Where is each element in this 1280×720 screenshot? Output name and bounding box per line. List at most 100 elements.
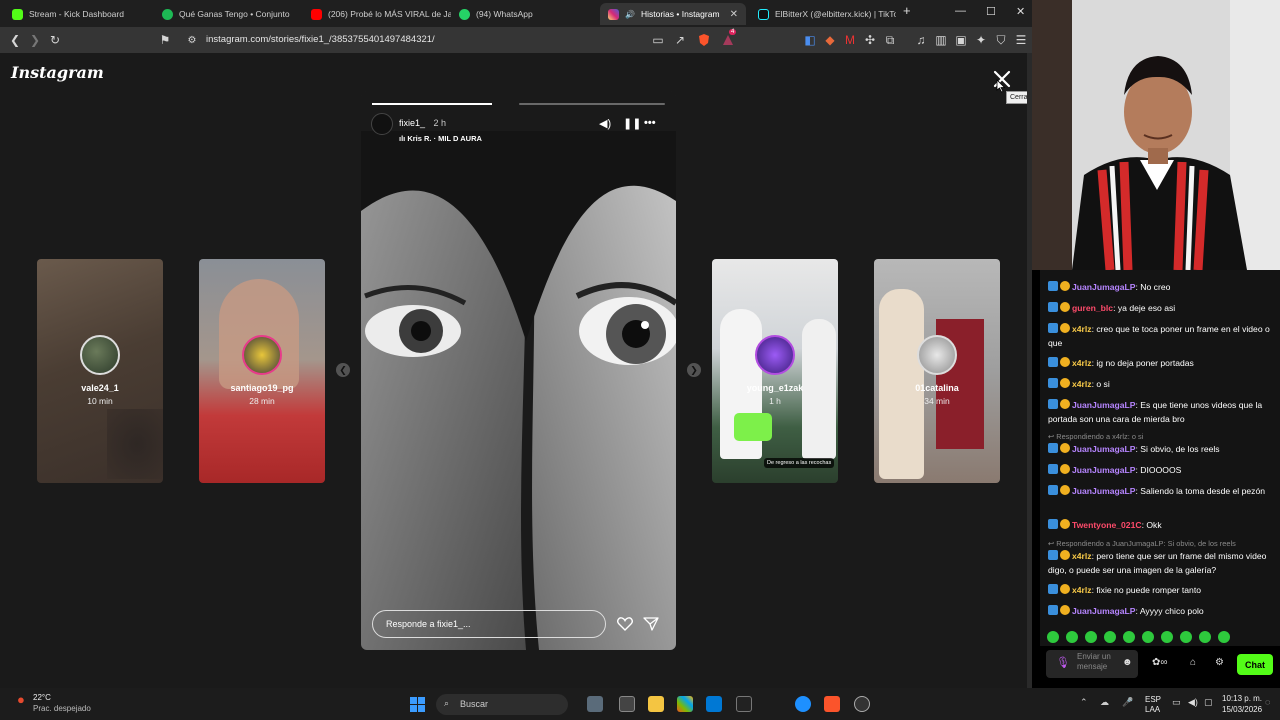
site-info-icon[interactable]: ⚙ [184,32,200,48]
share-icon[interactable]: ↗ [672,32,688,48]
microphone-icon[interactable]: 🎙 [1056,658,1070,669]
translate-icon[interactable]: ◧ [802,32,818,48]
story-music-label[interactable]: ılı Kris R. · MIL D AURA [399,134,482,143]
network-icon[interactable]: ▭ [1172,697,1181,708]
emote-icon[interactable] [1142,631,1154,643]
chat-username[interactable]: x4rlz [1072,324,1092,334]
cast-icon[interactable]: ▭ [650,32,666,48]
weather-desc[interactable]: Prac. despejado [33,704,91,713]
store-icon[interactable] [706,696,722,712]
chat-username[interactable]: JuanJumagaLP [1072,465,1136,475]
media-icon[interactable]: ♫ [913,32,929,48]
more-options-icon[interactable]: ••• [644,117,656,129]
chat-username[interactable]: guren_blc [1072,303,1113,313]
chat-username[interactable]: x4rlz [1072,358,1092,368]
like-heart-icon[interactable] [617,617,633,631]
tray-overflow-icon[interactable]: ⌃ [1080,697,1088,708]
reload-icon[interactable]: ↻ [47,32,63,48]
wallet-icon[interactable]: ▣ [953,32,969,48]
emote-icon[interactable] [1199,631,1211,643]
windows-start-icon[interactable] [410,697,426,713]
leo-ai-icon[interactable]: ✦ [973,32,989,48]
clock-date[interactable]: 15/03/2026 [1222,705,1262,714]
chat-username[interactable]: x4rlz [1072,585,1092,595]
brave-shields-icon[interactable] [696,32,712,48]
screenshot-icon[interactable]: ⧉ [882,32,898,48]
emote-icon[interactable] [1066,631,1078,643]
story-username[interactable]: fixie1_ [399,118,425,128]
forward-icon[interactable]: ❯ [27,32,43,48]
send-chat-button[interactable]: Chat [1237,654,1273,675]
tab-spotify[interactable]: Qué Ganas Tengo • Conjunto [154,3,302,25]
send-direct-icon[interactable] [643,617,659,631]
extension-fox-icon[interactable]: ◆ [822,32,838,48]
emote-icon[interactable] [1123,631,1135,643]
bookmark-icon[interactable]: ⚑ [157,32,173,48]
chat-message-input[interactable]: 🎙 Enviar un mensaje ☻ [1046,650,1138,678]
notifications-icon[interactable]: ◌ [1265,697,1270,707]
previous-story-button[interactable]: ❮ [336,363,350,377]
emote-icon[interactable] [1085,631,1097,643]
store-icon[interactable]: ⌂ [1190,657,1196,668]
chat-username[interactable]: JuanJumagaLP [1072,444,1136,454]
volume-icon[interactable]: ◀) [1188,697,1198,708]
task-view-icon[interactable] [587,696,603,712]
vpn-icon[interactable]: ⛉ [993,32,1009,48]
tab-kick-dashboard[interactable]: Stream - Kick Dashboard [4,3,154,25]
weather-temp[interactable]: 22°C [33,693,51,702]
chat-username[interactable]: x4rlz [1072,551,1092,561]
sidebar-icon[interactable]: ▥ [933,32,949,48]
side-story-card[interactable]: young_e1zak 1 h De regreso a las recocha… [712,259,838,483]
tray-app-icon[interactable]: ☁ [1100,697,1109,708]
battery-icon[interactable]: ▢ [1204,697,1213,708]
gift-icon[interactable]: ✿∞ [1152,657,1168,668]
language-indicator[interactable]: ESP [1145,695,1161,704]
emote-icon[interactable] [1104,631,1116,643]
microphone-tray-icon[interactable]: 🎤 [1122,697,1133,708]
emoji-icon[interactable]: ☻ [1122,658,1133,668]
new-tab-icon[interactable]: + [903,3,911,18]
side-story-card[interactable]: vale24_1 10 min [37,259,163,483]
chat-settings-icon[interactable]: ⚙ [1215,657,1224,668]
extension-m-icon[interactable]: M [842,32,858,48]
brave-icon[interactable] [824,696,840,712]
side-story-card[interactable]: santiago19_pg 28 min [199,259,325,483]
emote-icon[interactable] [1047,631,1059,643]
app-icon[interactable] [619,696,635,712]
clock-time[interactable]: 10:13 p. m. [1222,694,1262,703]
tab-instagram[interactable]: 🔊 Historias • Instagram ✕ [600,3,746,25]
copilot-icon[interactable] [677,696,693,712]
story-avatar[interactable] [371,113,393,135]
pause-icon[interactable]: ❚❚ [623,117,641,130]
minimize-icon[interactable]: — [955,5,966,17]
emote-icon[interactable] [1161,631,1173,643]
weather-icon[interactable]: ● [17,692,25,707]
chat-username[interactable]: x4rlz [1072,379,1092,389]
reply-input[interactable]: Responde a fixie1_... [372,610,606,638]
chat-username[interactable]: JuanJumagaLP [1072,486,1136,496]
back-icon[interactable]: ❮ [7,32,23,48]
tab-tiktok[interactable]: ElBitterX (@elbitterx.kick) | TikTok [750,3,896,25]
edge-icon[interactable] [795,696,811,712]
chat-username[interactable]: JuanJumagaLP [1072,400,1136,410]
instagram-logo[interactable]: Instagram [11,63,104,82]
address-bar[interactable]: instagram.com/stories/fixie1_/3853755401… [206,34,435,45]
chat-username[interactable]: JuanJumagaLP [1072,282,1136,292]
maximize-icon[interactable]: ☐ [986,5,996,18]
mute-icon[interactable]: ◀) [599,117,611,130]
terminal-icon[interactable] [736,696,752,712]
extensions-icon[interactable]: ✣ [862,32,878,48]
emote-icon[interactable] [1218,631,1230,643]
brave-rewards-icon[interactable]: 4 [720,29,737,48]
side-story-card[interactable]: 01catalina 34 min [874,259,1000,483]
tab-youtube[interactable]: (206) Probé lo MÁS VIRAL de Jap [303,3,451,25]
menu-icon[interactable]: ☰ [1013,32,1029,48]
emote-icon[interactable] [1180,631,1192,643]
taskbar-search-box[interactable]: ⌕ Buscar [436,694,568,715]
file-explorer-icon[interactable] [648,696,664,712]
obs-icon[interactable] [854,696,870,712]
chat-username[interactable]: JuanJumagaLP [1072,606,1136,616]
tab-whatsapp[interactable]: (94) WhatsApp [451,3,599,25]
close-tab-icon[interactable]: ✕ [730,9,738,20]
next-story-button[interactable]: ❯ [687,363,701,377]
